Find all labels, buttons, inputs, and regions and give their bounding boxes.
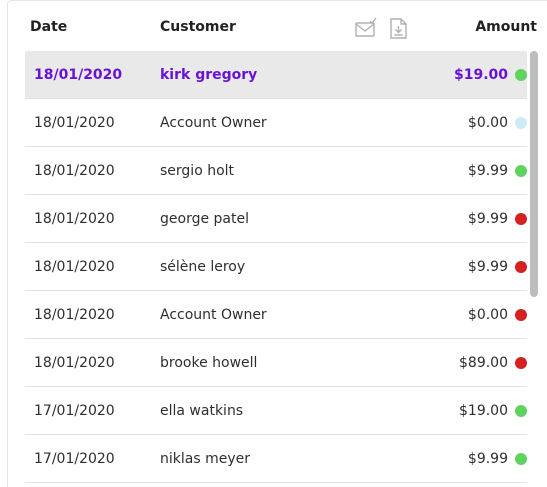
row-date: 17/01/2020 (34, 451, 115, 467)
row-amount: $9.99 (467, 163, 508, 179)
customer-column-header[interactable]: Customer (160, 18, 236, 36)
row-amount: $9.99 (467, 211, 508, 227)
row-customer: Account Owner (160, 115, 267, 131)
table-row[interactable]: 17/01/2020 niklas meyer $9.99 (25, 435, 527, 483)
row-amount: $9.99 (467, 451, 508, 467)
row-date: 18/01/2020 (34, 355, 115, 371)
row-customer: niklas meyer (160, 451, 250, 467)
row-customer: ella watkins (160, 403, 244, 419)
scrollbar[interactable] (529, 51, 539, 487)
row-amount: $9.99 (467, 259, 508, 275)
table-row[interactable]: 18/01/2020 Account Owner $0.00 (25, 99, 527, 147)
table-row[interactable]: 17/01/2020 ella watkins $19.00 (25, 387, 527, 435)
row-amount: $19.00 (459, 403, 508, 419)
row-amount: $89.00 (459, 355, 508, 371)
table-row[interactable]: 18/01/2020 sélène leroy $9.99 (25, 243, 527, 291)
row-date: 18/01/2020 (34, 211, 115, 227)
scrollbar-thumb[interactable] (530, 51, 538, 297)
row-date: 17/01/2020 (34, 403, 115, 419)
status-dot (515, 165, 527, 177)
row-date: 18/01/2020 (34, 163, 115, 179)
row-amount: $0.00 (467, 307, 508, 323)
amount-column-header[interactable]: Amount (475, 18, 537, 36)
status-dot (515, 213, 527, 225)
status-dot (515, 309, 527, 321)
status-dot (515, 357, 527, 369)
row-customer: george patel (160, 211, 249, 227)
status-dot (515, 117, 527, 129)
row-date: 18/01/2020 (34, 259, 115, 275)
row-customer: sergio holt (160, 163, 235, 179)
table-row[interactable]: 18/01/2020 Account Owner $0.00 (25, 291, 527, 339)
date-column-header[interactable]: Date (30, 18, 67, 36)
table-row[interactable]: 18/01/2020 george patel $9.99 (25, 195, 527, 243)
email-check-icon[interactable] (355, 17, 377, 39)
row-date: 18/01/2020 (34, 67, 123, 83)
row-customer: brooke howell (160, 355, 258, 371)
status-dot (515, 453, 527, 465)
transactions-panel: Date Customer Amount 18/01/2020 kirk greg… (7, 0, 547, 487)
row-date: 18/01/2020 (34, 307, 115, 323)
row-customer: sélène leroy (160, 259, 246, 275)
row-amount: $0.00 (467, 115, 508, 131)
download-file-icon[interactable] (388, 17, 410, 39)
status-dot (515, 405, 527, 417)
transaction-list: 18/01/2020 kirk gregory $19.00 18/01/2020 Ac… (25, 51, 527, 483)
table-row[interactable]: 18/01/2020 sergio holt $9.99 (25, 147, 527, 195)
status-dot (515, 261, 527, 273)
row-date: 18/01/2020 (34, 115, 115, 131)
row-customer: kirk gregory (160, 67, 258, 83)
status-dot (515, 69, 527, 81)
table-row[interactable]: 18/01/2020 brooke howell $89.00 (25, 339, 527, 387)
table-header: Date Customer Amount (8, 1, 547, 51)
table-row[interactable]: 18/01/2020 kirk gregory $19.00 (25, 51, 527, 99)
row-amount: $19.00 (453, 67, 508, 83)
row-customer: Account Owner (160, 307, 267, 323)
